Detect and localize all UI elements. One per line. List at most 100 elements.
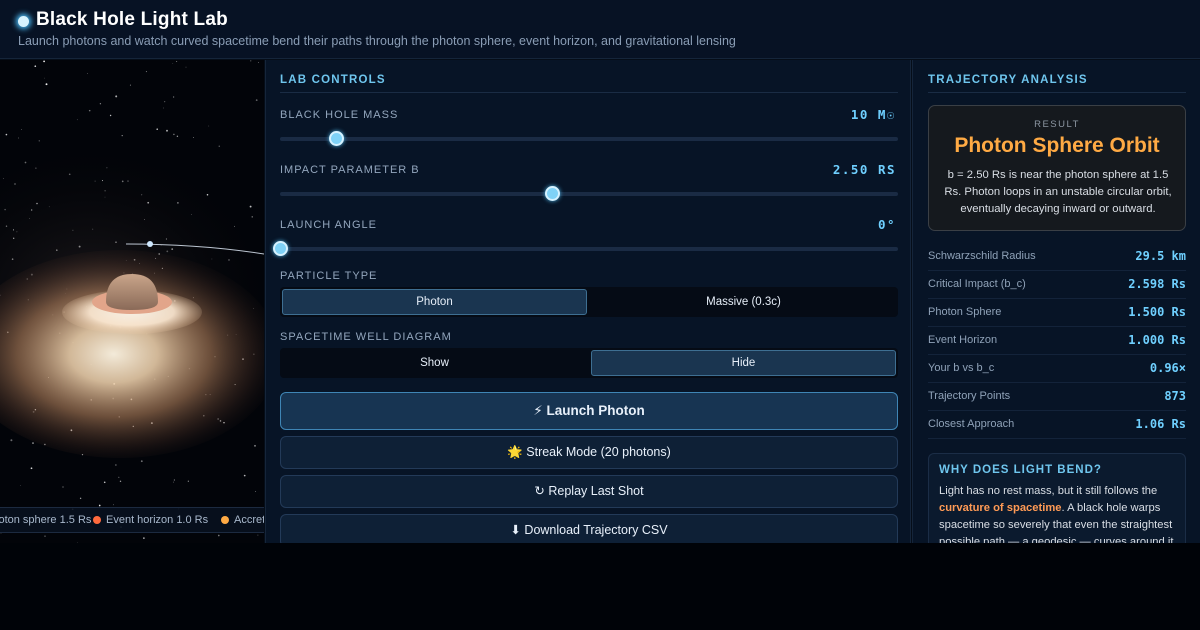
stat-row: Schwarzschild Radius 29.5 km bbox=[928, 243, 1186, 271]
stat-row: Photon Sphere 1.500 Rs bbox=[928, 299, 1186, 327]
stat-row: Closest Approach 1.06 Rs bbox=[928, 411, 1186, 439]
particle-option-massive[interactable]: Massive (0.3c) bbox=[591, 289, 896, 315]
star bbox=[30, 467, 33, 470]
star bbox=[143, 537, 145, 539]
impact-value: 2.50 RS bbox=[832, 162, 896, 177]
result-description: b = 2.50 Rs is near the photon sphere at… bbox=[944, 169, 1172, 215]
stat-value: 2.598 Rs bbox=[1128, 277, 1186, 291]
stat-label: Critical Impact (b_c) bbox=[928, 278, 1026, 290]
analysis-section-title: TRAJECTORY ANALYSIS bbox=[928, 74, 1088, 86]
angle-value: 0° bbox=[877, 217, 896, 232]
star bbox=[43, 60, 45, 63]
why-light-bends-card: WHY DOES LIGHT BEND? Light has no rest m… bbox=[928, 453, 1186, 543]
star bbox=[45, 83, 48, 86]
star bbox=[115, 95, 118, 98]
star bbox=[112, 504, 114, 506]
simulation-canvas[interactable] bbox=[0, 60, 264, 543]
mass-slider-thumb[interactable] bbox=[328, 131, 344, 146]
star bbox=[255, 99, 258, 101]
star bbox=[44, 535, 46, 537]
angle-slider[interactable] bbox=[273, 241, 898, 256]
mass-slider[interactable] bbox=[280, 131, 898, 146]
star bbox=[176, 60, 178, 62]
black-hole-visualization[interactable]: Photon sphere 1.5 Rs Event horizon 1.0 R… bbox=[0, 60, 264, 543]
particle-type-label: PARTICLE TYPE bbox=[280, 270, 378, 282]
star bbox=[173, 479, 175, 481]
result-card: RESULT Photon Sphere Orbit b = 2.50 Rs i… bbox=[928, 105, 1186, 231]
mass-value: 10 M☉ bbox=[850, 107, 896, 122]
star bbox=[254, 444, 256, 447]
star bbox=[88, 109, 91, 112]
stat-row: Event Horizon 1.000 Rs bbox=[928, 327, 1186, 355]
star bbox=[18, 137, 19, 139]
star bbox=[79, 497, 82, 500]
stat-value: 1.500 Rs bbox=[1128, 305, 1186, 319]
controls-divider bbox=[280, 92, 898, 93]
download-csv-button[interactable]: ⬇ Download Trajectory CSV bbox=[280, 514, 898, 543]
viz-legend: Photon sphere 1.5 Rs Event horizon 1.0 R… bbox=[0, 507, 264, 533]
star bbox=[119, 480, 122, 483]
stat-label: Event Horizon bbox=[928, 334, 998, 346]
angle-slider-thumb[interactable] bbox=[273, 241, 288, 256]
why-body: Light has no rest mass, but it still fol… bbox=[939, 485, 1177, 543]
stat-row: Trajectory Points 873 bbox=[928, 383, 1186, 411]
launch-photon-button[interactable]: ⚡ Launch Photon bbox=[280, 392, 898, 430]
particle-type-toggle: Photon Massive (0.3c) bbox=[280, 287, 898, 317]
app-title: Black Hole Light Lab bbox=[36, 9, 228, 30]
well-diagram-toggle: Show Hide bbox=[280, 348, 898, 378]
star bbox=[176, 135, 179, 137]
lab-controls-panel: LAB CONTROLS BLACK HOLE MASS 10 M☉ IMPAC… bbox=[265, 60, 911, 543]
stat-row: Your b vs b_c 0.96× bbox=[928, 355, 1186, 383]
well-diagram-label: SPACETIME WELL DIAGRAM bbox=[280, 331, 452, 343]
well-option-hide[interactable]: Hide bbox=[591, 350, 896, 376]
star bbox=[193, 137, 194, 138]
stat-value: 1.06 Rs bbox=[1135, 417, 1186, 431]
star bbox=[208, 125, 210, 127]
star bbox=[145, 71, 147, 73]
star bbox=[217, 534, 220, 537]
result-kicker: RESULT bbox=[1034, 119, 1080, 130]
stat-label: Schwarzschild Radius bbox=[928, 250, 1036, 262]
star bbox=[76, 119, 78, 121]
star bbox=[250, 60, 252, 62]
star bbox=[44, 77, 45, 79]
photon-particle bbox=[147, 241, 153, 247]
result-title: Photon Sphere Orbit bbox=[954, 134, 1160, 157]
star bbox=[99, 103, 102, 105]
star bbox=[258, 62, 259, 63]
impact-slider[interactable] bbox=[280, 186, 898, 201]
trajectory-analysis-panel: TRAJECTORY ANALYSIS RESULT Photon Sphere… bbox=[912, 60, 1200, 543]
star bbox=[62, 486, 64, 488]
why-highlight: curvature of spacetime bbox=[939, 502, 1062, 514]
star bbox=[185, 66, 187, 68]
star bbox=[21, 129, 22, 130]
impact-slider-thumb[interactable] bbox=[544, 186, 560, 201]
stat-label: Closest Approach bbox=[928, 418, 1015, 430]
star bbox=[187, 480, 189, 482]
star bbox=[118, 476, 120, 478]
stat-row: Critical Impact (b_c) 2.598 Rs bbox=[928, 271, 1186, 299]
app-subtitle: Launch photons and watch curved spacetim… bbox=[18, 34, 736, 48]
star bbox=[5, 133, 8, 136]
star bbox=[218, 145, 220, 147]
star bbox=[164, 101, 166, 103]
legend-item-photon-sphere: Photon sphere 1.5 Rs bbox=[0, 514, 92, 526]
streak-mode-button[interactable]: 🌟 Streak Mode (20 photons) bbox=[280, 436, 898, 469]
legend-item-accretion: Accretion disk bbox=[221, 514, 264, 526]
star bbox=[77, 541, 79, 543]
star bbox=[257, 534, 259, 536]
star bbox=[243, 474, 246, 477]
stat-value: 29.5 km bbox=[1135, 249, 1186, 263]
header: Black Hole Light Lab Launch photons and … bbox=[0, 0, 1200, 59]
impact-label: IMPACT PARAMETER B bbox=[280, 164, 420, 176]
star bbox=[109, 114, 112, 117]
controls-section-title: LAB CONTROLS bbox=[280, 74, 386, 86]
legend-item-event-horizon: Event horizon 1.0 Rs bbox=[93, 514, 208, 526]
stat-label: Photon Sphere bbox=[928, 306, 1002, 318]
star bbox=[156, 128, 158, 130]
star bbox=[255, 491, 257, 492]
stat-value: 0.96× bbox=[1149, 361, 1186, 375]
replay-button[interactable]: ↻ Replay Last Shot bbox=[280, 475, 898, 508]
particle-option-photon[interactable]: Photon bbox=[282, 289, 587, 315]
well-option-show[interactable]: Show bbox=[282, 350, 587, 376]
